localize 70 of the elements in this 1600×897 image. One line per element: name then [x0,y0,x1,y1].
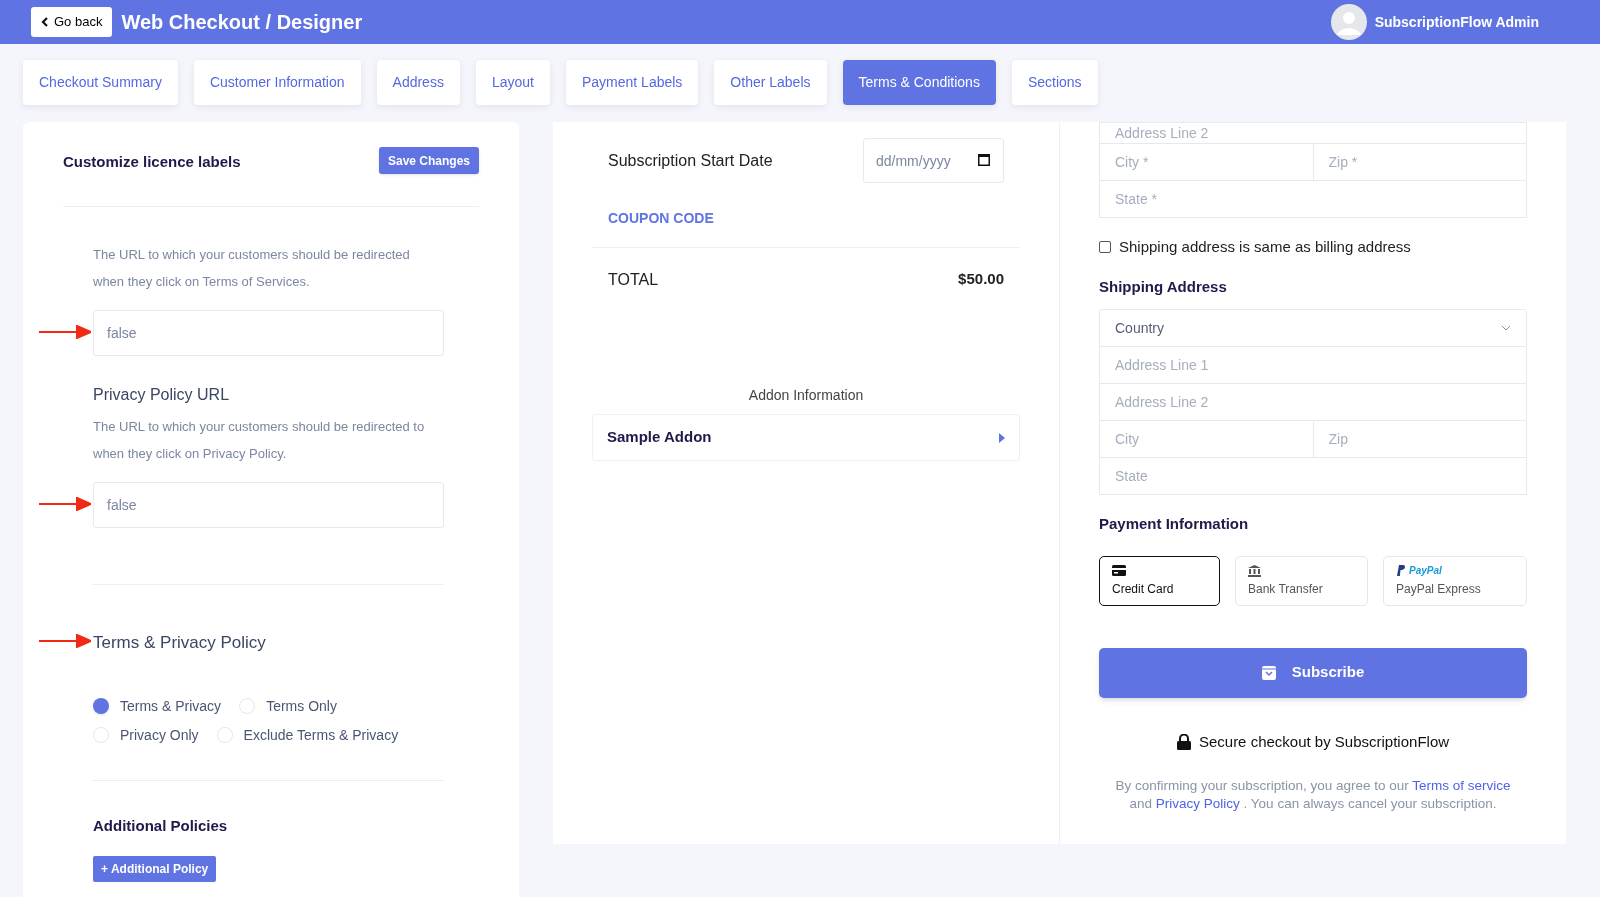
total-label: TOTAL [608,270,659,290]
tab[interactable]: Layout [475,60,550,105]
page-title: Web Checkout / Designer [121,10,363,35]
address-field[interactable]: Address Line 2 [1099,384,1527,421]
address-field[interactable]: Zip * [1313,144,1527,181]
radio-button[interactable] [93,698,109,714]
checkbox-label: Shipping address is same as billing address [1119,237,1411,257]
tab[interactable]: Checkout Summary [23,60,178,105]
bank-icon [1248,564,1261,577]
coupon-code-link[interactable]: COUPON CODE [592,208,1020,229]
lock-icon [1176,733,1191,750]
address-field[interactable]: State * [1099,181,1527,218]
option-label: Exclude Terms & Privacy [243,725,399,745]
address-field[interactable]: City * [1099,144,1314,181]
chevron-down-icon [1501,325,1511,331]
policy-link[interactable]: Terms of service [1412,778,1511,793]
addon-name: Sample Addon [607,427,712,448]
section-title: Shipping Address [1099,276,1228,297]
legal-notice: By confirming your subscription, you agree to our Terms of service and Privacy Policy . You can always cancel your subscription. [1114,777,1512,813]
annotation-arrow-icon [39,634,91,648]
field-label: Privacy Policy URL [93,385,231,405]
terms-url-field[interactable]: false [93,310,444,356]
save-changes-button[interactable]: Save Changes [378,147,479,174]
option-label: Terms Only [266,696,337,716]
bag-icon [1261,665,1276,680]
add-policy-button[interactable]: + Additional Policy [93,856,217,882]
section-title: Payment Information [1099,514,1250,534]
address-field[interactable]: Zip [1313,421,1527,458]
tab[interactable]: Terms & Conditions [842,60,996,105]
field-description: The URL to which your customers should be redirected when they click on Terms of Services. [93,246,411,291]
addon-heading: Addon Information [747,386,865,405]
secure-checkout-text: Secure checkout by SubscriptionFlow [1198,731,1450,752]
payment-method-option[interactable]: PayPal PayPal Express [1383,555,1527,606]
subscribe-button[interactable]: Subscribe [1099,647,1527,698]
tab[interactable]: Other Labels [714,60,827,105]
user-name: SubscriptionFlow Admin [1374,12,1539,32]
policy-link[interactable]: Privacy Policy [1155,796,1240,811]
credit-card-icon [1112,565,1126,576]
tab[interactable]: Customer Information [193,60,361,105]
annotation-arrow-icon [39,325,91,339]
address-field[interactable]: City [1099,421,1314,458]
panel-title: Customize licence labels [63,152,241,172]
addon-row[interactable]: Sample Addon [592,414,1020,461]
date-field[interactable]: dd/mm/yyyy [863,138,1004,183]
annotation-arrow-icon [39,497,91,511]
tab[interactable]: Sections [1011,60,1098,105]
field-label: Terms & Privacy Policy [93,632,267,654]
address-field[interactable]: State [1099,458,1527,495]
calendar-icon[interactable] [978,154,990,166]
option-label: Terms & Privacy [120,696,222,716]
caret-right-icon [999,432,1005,443]
chevron-left-icon [41,17,48,27]
field-description: The URL to which your customers should be redirected to when they click on Privacy Policy. [93,418,426,463]
tab[interactable]: Address [376,60,460,105]
tab[interactable]: Payment Labels [565,60,699,105]
privacy-url-field[interactable]: false [93,482,444,528]
go-back-button[interactable]: Go back [31,7,113,37]
address-field[interactable]: Address Line 1 [1099,347,1527,384]
address-field[interactable]: Address Line 2 [1099,122,1527,144]
payment-method-option[interactable]: Bank Transfer [1235,555,1368,606]
option-label: Privacy Only [120,725,199,745]
field-label: Subscription Start Date [608,150,773,171]
avatar-icon [1330,4,1367,40]
total-amount: $50.00 [958,269,1004,289]
payment-method-option[interactable]: Credit Card [1099,555,1220,606]
paypal-logo-icon [1396,565,1405,576]
country-select[interactable]: Country [1099,309,1527,347]
checkbox[interactable] [1099,241,1111,254]
section-title: Additional Policies [93,815,229,836]
brand-name: PayPal [1409,564,1442,578]
